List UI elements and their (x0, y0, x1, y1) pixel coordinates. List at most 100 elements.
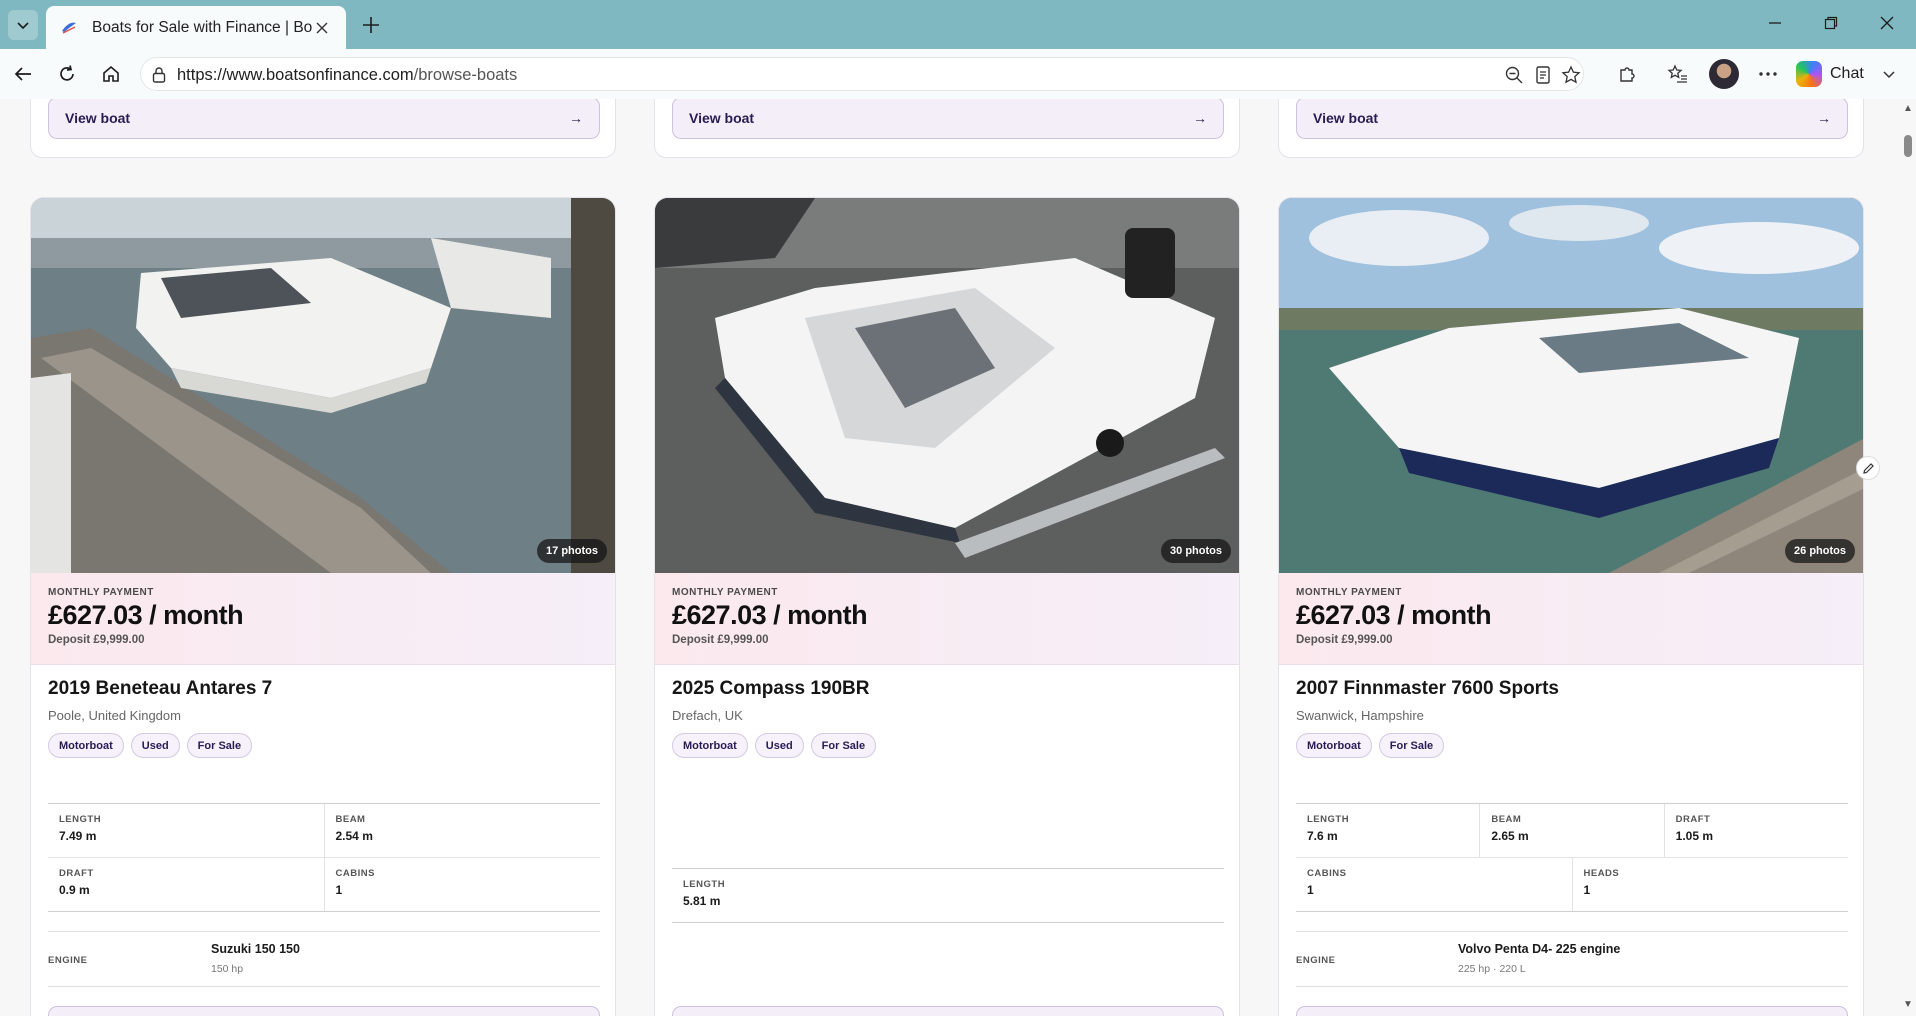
photo-count-badge: 30 photos (1161, 539, 1231, 563)
listing-photo[interactable]: 26 photos (1279, 198, 1863, 573)
url-host: https://www.boatsonfinance.com (177, 66, 414, 84)
previous-listing-card: View boat → (30, 99, 616, 158)
view-boat-button[interactable] (48, 1006, 600, 1016)
arrow-right-icon: → (1817, 110, 1831, 126)
spec-heads: HEADS 1 (1571, 858, 1849, 911)
edit-pencil-button[interactable] (1856, 456, 1880, 480)
spec-draft: DRAFT 1.05 m (1663, 804, 1848, 857)
spec-beam: BEAM 2.65 m (1479, 804, 1663, 857)
lock-icon[interactable] (151, 66, 167, 84)
url-text[interactable]: https://www.boatsonfinance.com/browse-bo… (177, 66, 517, 85)
monthly-payment-label: MONTHLY PAYMENT (672, 587, 778, 598)
back-button[interactable] (10, 61, 36, 87)
boat-name[interactable]: 2019 Beneteau Antares 7 (48, 678, 600, 700)
listing-photo[interactable]: 30 photos (655, 198, 1239, 573)
listing-card[interactable]: 17 photos MONTHLY PAYMENT £627.03 / mont… (30, 197, 616, 1016)
spec-label: HEADS (1583, 868, 1620, 879)
tag-used: Used (130, 733, 180, 758)
browser-tab-bar: Boats for Sale with Finance | Boats (0, 0, 1916, 49)
reload-button[interactable] (54, 61, 80, 87)
reader-mode-icon[interactable] (1532, 64, 1554, 86)
view-boat-button[interactable]: View boat → (672, 99, 1224, 139)
listing-card[interactable]: 30 photos MONTHLY PAYMENT £627.03 / mont… (654, 197, 1240, 1016)
tab-actions-menu[interactable] (8, 10, 38, 40)
deposit-amount: Deposit £9,999.00 (672, 634, 769, 646)
listing-card[interactable]: 26 photos MONTHLY PAYMENT £627.03 / mont… (1278, 197, 1864, 1016)
spec-value: 0.9 m (59, 883, 90, 897)
more-options-button[interactable] (1755, 61, 1781, 87)
listing-photo[interactable]: 17 photos (31, 198, 615, 573)
spec-label: BEAM (335, 814, 366, 825)
active-tab[interactable]: Boats for Sale with Finance | Boats (46, 6, 346, 49)
previous-listing-card: View boat → (1278, 99, 1864, 158)
tag-motorboat: Motorboat (1296, 733, 1372, 758)
listing-info: 2019 Beneteau Antares 7 Poole, United Ki… (48, 678, 600, 758)
close-icon (1880, 16, 1894, 30)
engine-label: ENGINE (1296, 955, 1336, 966)
home-button[interactable] (98, 61, 124, 87)
tag-for-sale: For Sale (810, 733, 877, 758)
monthly-payment-panel: MONTHLY PAYMENT £627.03 / month Deposit … (31, 573, 615, 665)
spec-grid: LENGTH 7.6 m BEAM 2.65 m DRAFT 1.05 m CABIN… (1296, 803, 1848, 912)
photo-count-badge: 17 photos (537, 539, 607, 563)
boat-name[interactable]: 2007 Finnmaster 7600 Sports (1296, 678, 1848, 700)
monthly-payment-amount: £627.03 / month (1296, 600, 1492, 630)
monthly-payment-amount: £627.03 / month (48, 600, 244, 630)
site-favicon-icon (62, 22, 76, 34)
view-boat-button[interactable]: View boat → (48, 99, 600, 139)
spec-label: LENGTH (1307, 814, 1350, 825)
copilot-chat-button[interactable]: Chat (1796, 57, 1896, 91)
zoom-icon[interactable] (1503, 64, 1525, 86)
spec-length: LENGTH 7.49 m (48, 804, 324, 857)
spec-grid: LENGTH 7.49 m BEAM 2.54 m DRAFT 0.9 m CABIN… (48, 803, 600, 912)
url-path: /browse-boats (413, 66, 518, 84)
deposit-amount: Deposit £9,999.00 (48, 634, 145, 646)
listing-info: 2025 Compass 190BR Drefach, UK Motorboat… (672, 678, 1224, 758)
reload-icon (60, 65, 74, 81)
extensions-button[interactable] (1614, 61, 1640, 87)
monthly-payment-label: MONTHLY PAYMENT (1296, 587, 1402, 598)
spec-label: DRAFT (59, 868, 94, 879)
tab-close-icon[interactable] (312, 18, 332, 38)
view-boat-button[interactable] (1296, 1006, 1848, 1016)
spec-grid: LENGTH 5.81 m (672, 868, 1224, 923)
tag-for-sale: For Sale (186, 733, 253, 758)
view-boat-button[interactable]: View boat → (1296, 99, 1848, 139)
boat-name[interactable]: 2025 Compass 190BR (672, 678, 1224, 700)
tag-motorboat: Motorboat (672, 733, 748, 758)
more-horizontal-icon (1759, 72, 1777, 76)
window-close-button[interactable] (1872, 10, 1902, 36)
page-scrollbar[interactable]: ▲ ▼ (1900, 99, 1916, 1016)
new-tab-button[interactable] (356, 12, 386, 38)
spec-value: 7.6 m (1307, 829, 1338, 843)
chat-label: Chat (1830, 65, 1864, 82)
scrollbar-thumb[interactable] (1904, 135, 1912, 157)
address-bar[interactable]: https://www.boatsonfinance.com/browse-bo… (140, 57, 1584, 91)
engine-name: Suzuki 150 150 (211, 942, 300, 956)
spec-value: 1 (335, 883, 343, 897)
minimize-button[interactable] (1760, 10, 1790, 36)
home-icon (103, 65, 119, 82)
arrow-right-icon: → (569, 110, 583, 126)
view-boat-button[interactable] (672, 1006, 1224, 1016)
chevron-down-icon (17, 22, 29, 30)
spec-value: 5.81 m (683, 894, 721, 908)
monthly-payment-panel: MONTHLY PAYMENT £627.03 / month Deposit … (655, 573, 1239, 665)
spec-value: 1 (1307, 883, 1314, 897)
boat-photo-image (655, 198, 1239, 573)
favorite-star-icon[interactable] (1560, 64, 1582, 86)
spec-draft: DRAFT 0.9 m (48, 858, 324, 911)
favorites-list-icon (1667, 64, 1687, 83)
plus-icon (363, 17, 379, 33)
monthly-payment-label: MONTHLY PAYMENT (48, 587, 154, 598)
favorites-button[interactable] (1665, 61, 1691, 87)
page-viewport: View boat → View boat → View boat → 17 p… (0, 99, 1900, 1016)
engine-details: 150 hp (211, 963, 244, 975)
restore-icon (1824, 16, 1838, 30)
scroll-up-arrow-icon[interactable]: ▲ (1903, 103, 1913, 114)
restore-button[interactable] (1816, 10, 1846, 36)
profile-avatar[interactable] (1709, 59, 1739, 89)
scroll-down-arrow-icon[interactable]: ▼ (1903, 999, 1913, 1010)
tag-list: Motorboat For Sale (1296, 733, 1848, 758)
spec-beam: BEAM 2.54 m (323, 804, 601, 857)
